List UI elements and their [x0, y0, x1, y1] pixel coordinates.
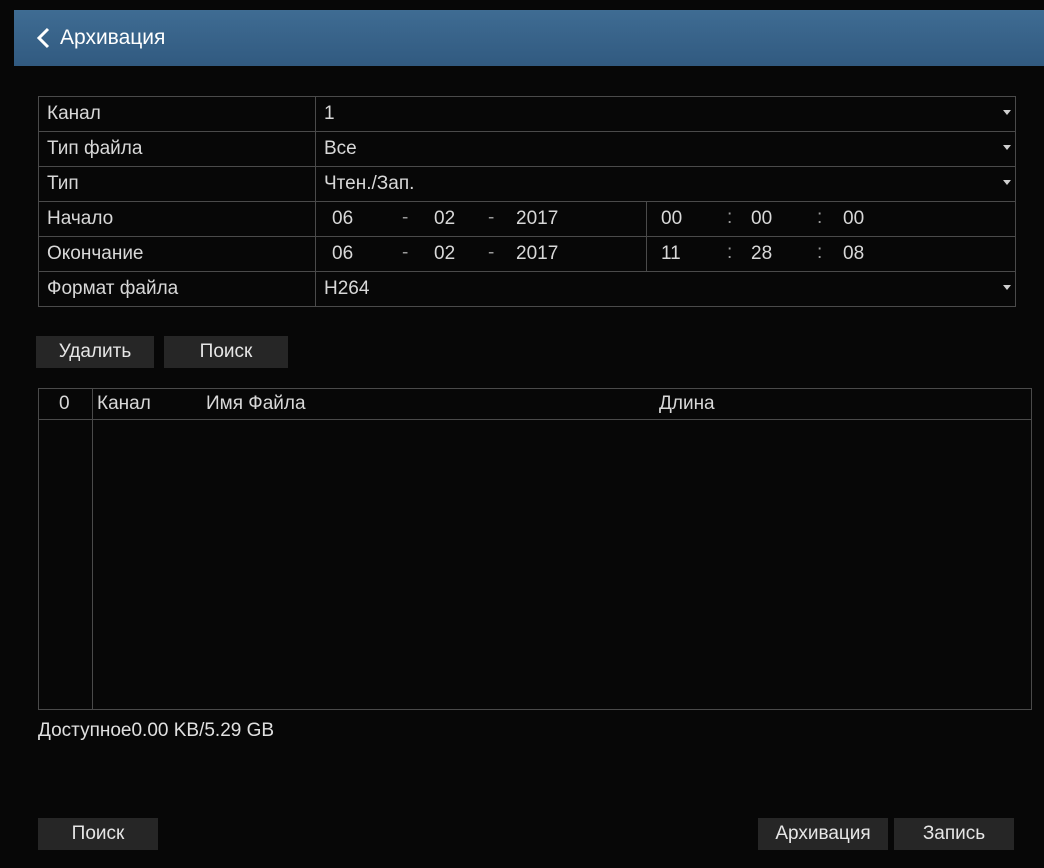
type-select[interactable]: Чтен./Зап.: [316, 167, 1015, 201]
delete-button[interactable]: Удалить: [36, 336, 154, 368]
end-label: Окончание: [39, 237, 316, 271]
dropdown-arrow-icon: [1003, 110, 1011, 115]
channel-select[interactable]: 1: [316, 97, 1015, 131]
type-label: Тип: [39, 167, 316, 201]
start-label: Начало: [39, 202, 316, 236]
start-second-field[interactable]: 00: [843, 202, 864, 236]
channel-value: 1: [324, 103, 335, 124]
file-type-row: Тип файла Все: [39, 132, 1015, 167]
channel-row: Канал 1: [39, 97, 1015, 132]
file-format-select[interactable]: H264: [316, 272, 1015, 306]
end-minute-field[interactable]: 28: [751, 237, 772, 271]
dropdown-arrow-icon: [1003, 145, 1011, 150]
date-separator: -: [402, 242, 409, 263]
start-minute-field[interactable]: 00: [751, 202, 772, 236]
file-format-label: Формат файла: [39, 272, 316, 306]
time-separator: :: [727, 207, 733, 228]
start-row: Начало 06 - 02 - 2017 00 : 00 : 00: [39, 202, 1015, 237]
end-second-field[interactable]: 08: [843, 237, 864, 271]
end-day-field[interactable]: 06: [332, 237, 353, 271]
end-month-field[interactable]: 02: [434, 237, 455, 271]
channel-label: Канал: [39, 97, 316, 131]
start-year-field[interactable]: 2017: [516, 202, 558, 236]
file-list-header: 0 Канал Имя Файла Длина: [39, 389, 1031, 420]
start-datetime: 06 - 02 - 2017 00 : 00 : 00: [316, 202, 1015, 236]
start-date: 06 - 02 - 2017: [324, 202, 647, 236]
time-separator: :: [817, 242, 823, 263]
column-index[interactable]: 0: [59, 389, 70, 419]
search-form: Канал 1 Тип файла Все Тип Чтен./Зап. Нач…: [38, 96, 1016, 307]
file-format-row: Формат файла H264: [39, 272, 1015, 306]
file-type-select[interactable]: Все: [316, 132, 1015, 166]
page-title: Архивация: [60, 26, 166, 49]
end-datetime: 06 - 02 - 2017 11 : 28 : 08: [316, 237, 1015, 271]
available-space: Доступное0.00 KB/5.29 GB: [38, 720, 275, 741]
date-separator: -: [488, 207, 495, 228]
start-time: 00 : 00 : 00: [647, 202, 1015, 236]
column-length[interactable]: Длина: [659, 389, 715, 419]
time-separator: :: [817, 207, 823, 228]
chevron-left-icon[interactable]: [36, 23, 58, 53]
end-hour-field[interactable]: 11: [661, 237, 681, 271]
end-row: Окончание 06 - 02 - 2017 11 : 28 : 08: [39, 237, 1015, 272]
column-channel[interactable]: Канал: [97, 389, 151, 419]
record-button[interactable]: Запись: [894, 818, 1014, 850]
end-year-field[interactable]: 2017: [516, 237, 558, 271]
file-list[interactable]: 0 Канал Имя Файла Длина: [38, 388, 1032, 710]
start-month-field[interactable]: 02: [434, 202, 455, 236]
start-hour-field[interactable]: 00: [661, 202, 682, 236]
end-time: 11 : 28 : 08: [647, 237, 1015, 271]
column-filename[interactable]: Имя Файла: [206, 389, 306, 419]
start-day-field[interactable]: 06: [332, 202, 353, 236]
date-separator: -: [488, 242, 495, 263]
title-bar: Архивация: [14, 10, 1044, 66]
archive-button[interactable]: Архивация: [758, 818, 888, 850]
date-separator: -: [402, 207, 409, 228]
end-date: 06 - 02 - 2017: [324, 237, 647, 271]
dropdown-arrow-icon: [1003, 285, 1011, 290]
type-value: Чтен./Зап.: [324, 173, 415, 194]
footer-search-button[interactable]: Поиск: [38, 818, 158, 850]
time-separator: :: [727, 242, 733, 263]
dropdown-arrow-icon: [1003, 180, 1011, 185]
file-format-value: H264: [324, 278, 370, 299]
type-row: Тип Чтен./Зап.: [39, 167, 1015, 202]
file-type-value: Все: [324, 138, 357, 159]
column-divider: [92, 389, 93, 709]
search-button[interactable]: Поиск: [164, 336, 288, 368]
file-type-label: Тип файла: [39, 132, 316, 166]
